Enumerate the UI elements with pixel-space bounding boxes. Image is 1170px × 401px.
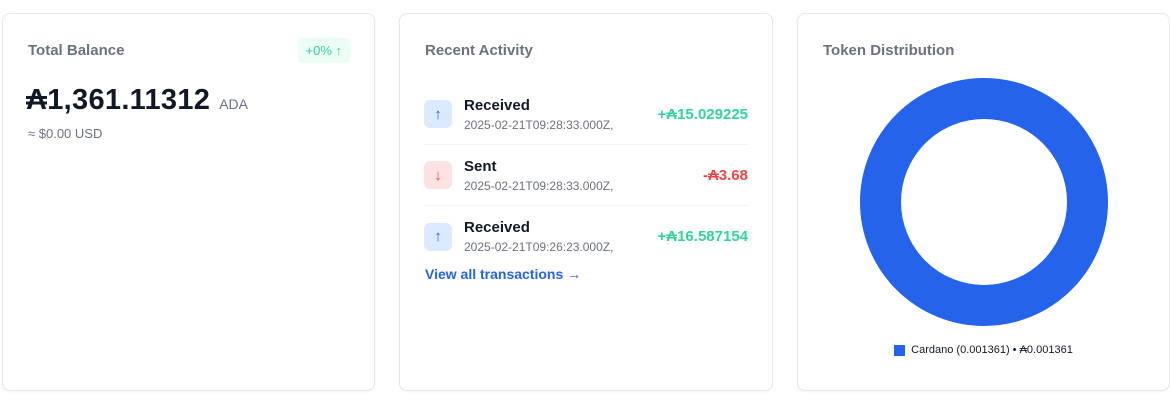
legend-label: Cardano (0.001361) • ₳0.001361 (911, 344, 1073, 356)
arrow-up-icon: ↑ (424, 100, 452, 128)
view-all-transactions-link[interactable]: View all transactions → (425, 266, 581, 282)
legend-swatch (894, 344, 906, 356)
transaction-row[interactable]: ↑ Received 2025-02-21T09:28:33.000Z, +₳1… (424, 84, 748, 145)
transaction-row[interactable]: ↓ Sent 2025-02-21T09:28:33.000Z, -₳3.68 (424, 145, 748, 206)
balance-amount: ₳1,361.11312 (26, 84, 211, 116)
balance-unit: ADA (219, 96, 249, 112)
transaction-time: 2025-02-21T09:26:23.000Z, (464, 240, 614, 254)
donut-slice-cardano (860, 78, 1108, 326)
change-badge: +0% ↑ (297, 38, 350, 63)
transaction-amount: -₳3.68 (702, 166, 748, 184)
card-title: Token Distribution (823, 42, 955, 59)
donut-chart (860, 78, 1108, 326)
recent-activity-card: Recent Activity ↑ Received 2025-02-21T09… (399, 13, 773, 391)
transaction-type: Received (464, 96, 530, 114)
transaction-time: 2025-02-21T09:28:33.000Z, (464, 117, 614, 132)
transaction-time: 2025-02-21T09:28:33.000Z, (464, 178, 614, 193)
balance-row: ₳1,361.11312 ADA (26, 84, 248, 117)
chart-legend: Cardano (0.001361) • ₳0.001361 (798, 344, 1169, 356)
transaction-amount: +₳15.029225 (657, 105, 749, 123)
token-distribution-card: Token Distribution Cardano (0.001361) • … (797, 13, 1170, 391)
card-title: Total Balance (28, 42, 125, 59)
transaction-type: Received (464, 219, 530, 236)
total-balance-card: Total Balance +0% ↑ ₳1,361.11312 ADA ≈ $… (2, 13, 375, 391)
arrow-down-icon: ↓ (424, 161, 452, 189)
transaction-row[interactable]: ↑ Received 2025-02-21T09:26:23.000Z, +₳1… (424, 206, 748, 267)
card-title: Recent Activity (425, 42, 533, 59)
transaction-type: Sent (464, 157, 497, 175)
donut-chart-svg (860, 78, 1108, 326)
balance-usd-value: ≈ $0.00 USD (28, 126, 103, 141)
transaction-amount: +₳16.587154 (657, 228, 749, 245)
arrow-up-icon: ↑ (424, 222, 452, 251)
transaction-list: ↑ Received 2025-02-21T09:28:33.000Z, +₳1… (424, 84, 748, 267)
